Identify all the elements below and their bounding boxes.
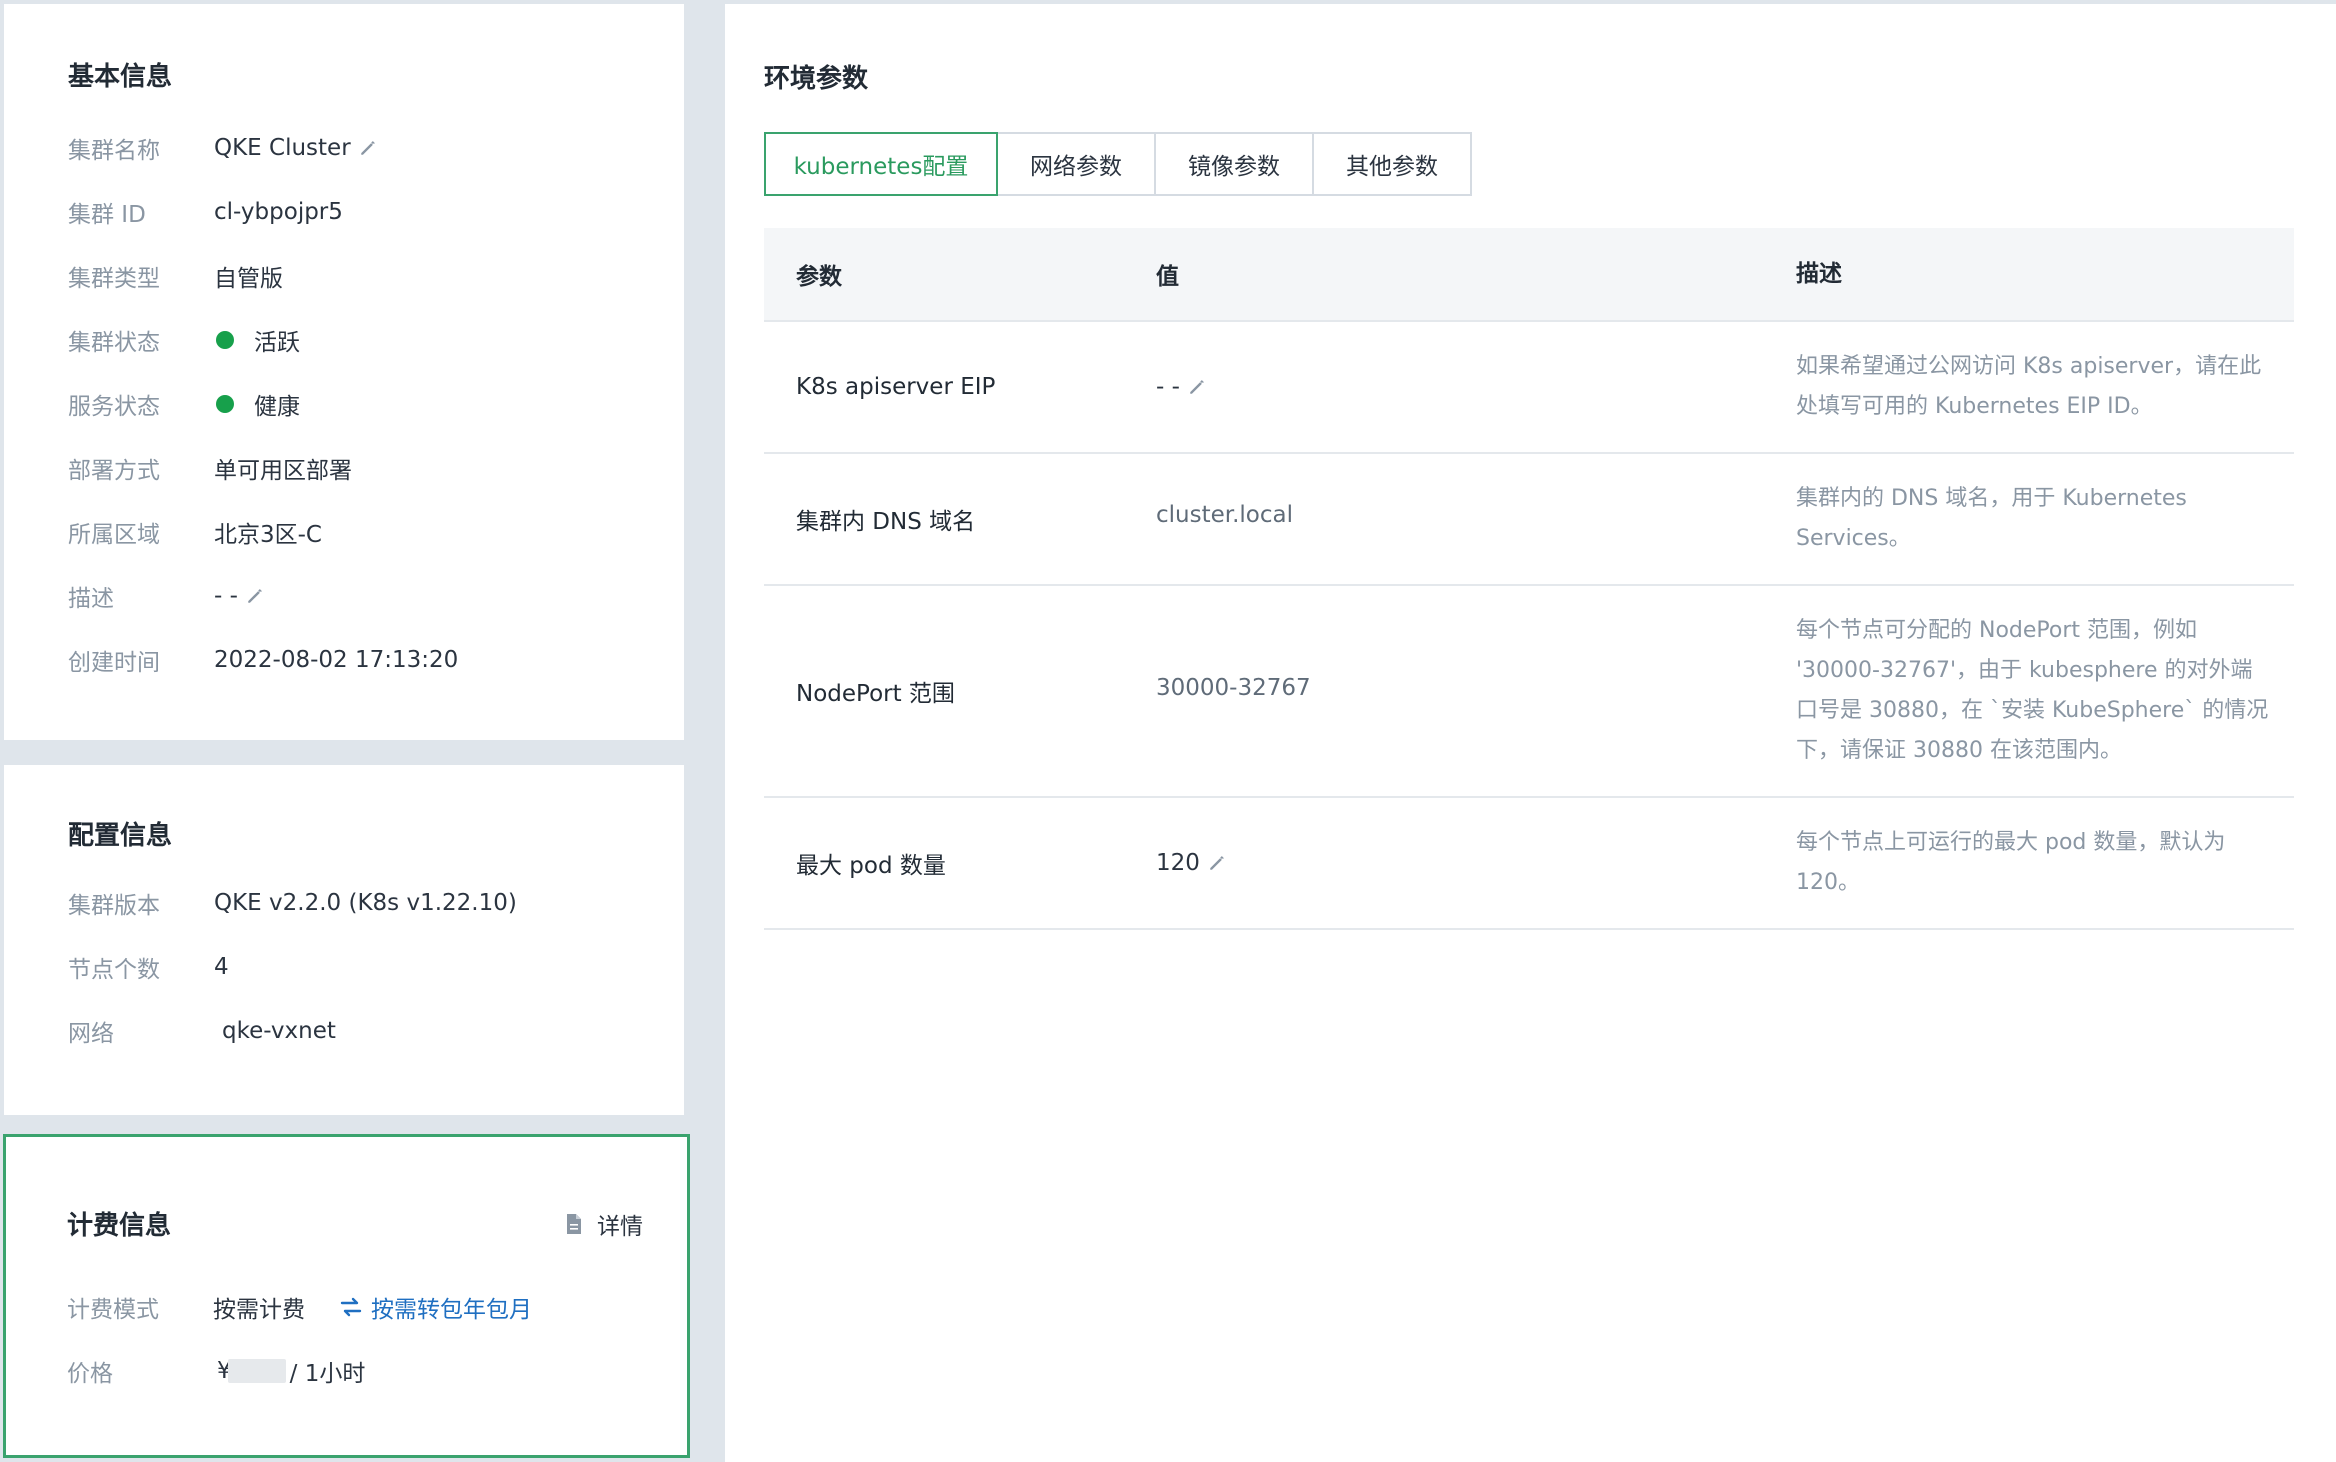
edit-description-icon[interactable] bbox=[244, 585, 266, 607]
info-label: 计费模式 bbox=[67, 1297, 159, 1323]
table-row: 最大 pod 数量 120 每个节点上可运行的最大 pod 数量，默认为 120… bbox=[764, 798, 2294, 930]
cluster-version-value: QKE v2.2.0 (K8s v1.22.10) bbox=[214, 890, 517, 916]
info-row-price: 价格 ¥/ 1小时 bbox=[67, 1351, 365, 1391]
column-header-desc: 描述 bbox=[1796, 261, 1842, 287]
switch-label: 按需转包年包月 bbox=[371, 1297, 532, 1323]
edit-cluster-name-icon[interactable] bbox=[357, 137, 379, 159]
info-label: 集群 ID bbox=[68, 202, 146, 228]
basic-info-card: 基本信息 集群名称 QKE Cluster 集群 ID cl-ybpojpr5 … bbox=[4, 4, 684, 740]
info-label: 集群状态 bbox=[68, 330, 160, 356]
env-params-title: 环境参数 bbox=[764, 64, 869, 94]
env-params-card: 环境参数 kubernetes配置 网络参数 镜像参数 其他参数 参数 值 描述… bbox=[725, 4, 2336, 1462]
detail-label: 详情 bbox=[597, 1214, 643, 1240]
info-label: 节点个数 bbox=[68, 957, 160, 983]
info-label: 服务状态 bbox=[68, 394, 160, 420]
info-row-cluster-type: 集群类型 自管版 bbox=[68, 256, 283, 296]
info-row-region: 所属区域 北京3区-C bbox=[68, 512, 322, 552]
params-table: 参数 值 描述 K8s apiserver EIP - - 如果希望通过公网访问… bbox=[764, 228, 2294, 930]
config-info-title: 配置信息 bbox=[68, 821, 173, 851]
basic-info-title: 基本信息 bbox=[68, 62, 173, 92]
edit-max-pods-icon[interactable] bbox=[1206, 852, 1228, 874]
network-link[interactable]: qke-vxnet bbox=[222, 1018, 336, 1044]
tab-other[interactable]: 其他参数 bbox=[1312, 132, 1472, 196]
region-value: 北京3区-C bbox=[214, 522, 322, 548]
service-status-value: 健康 bbox=[254, 394, 300, 420]
cluster-status-value: 活跃 bbox=[254, 330, 300, 356]
table-row: NodePort 范围 30000-32767 每个节点可分配的 NodePor… bbox=[764, 586, 2294, 798]
info-label: 集群版本 bbox=[68, 893, 160, 919]
column-header-param: 参数 bbox=[796, 264, 842, 290]
document-icon bbox=[567, 1214, 581, 1234]
info-row-cluster-name: 集群名称 QKE Cluster bbox=[68, 128, 379, 168]
column-header-value: 值 bbox=[1156, 264, 1179, 290]
info-row-description: 描述 - - bbox=[68, 576, 266, 616]
param-value: - - bbox=[1156, 374, 1180, 400]
param-value: 120 bbox=[1156, 850, 1200, 876]
param-name: 集群内 DNS 域名 bbox=[796, 509, 976, 535]
config-info-card: 配置信息 集群版本 QKE v2.2.0 (K8s v1.22.10) 节点个数… bbox=[4, 765, 684, 1115]
param-desc: 如果希望通过公网访问 K8s apiserver，请在此处填写可用的 Kuber… bbox=[1796, 354, 2262, 419]
info-label: 部署方式 bbox=[68, 458, 160, 484]
billing-info-card: 计费信息 详情 计费模式 按需计费 按需转包年包月 价格 ¥/ 1小时 bbox=[3, 1134, 690, 1458]
created-time-value: 2022-08-02 17:13:20 bbox=[214, 647, 459, 673]
info-label: 价格 bbox=[67, 1361, 113, 1387]
param-value: cluster.local bbox=[1156, 502, 1294, 528]
info-label: 网络 bbox=[68, 1021, 114, 1047]
info-row-created-time: 创建时间 2022-08-02 17:13:20 bbox=[68, 640, 458, 680]
table-row: K8s apiserver EIP - - 如果希望通过公网访问 K8s api… bbox=[764, 322, 2294, 454]
param-name: K8s apiserver EIP bbox=[796, 374, 996, 400]
info-row-deploy-mode: 部署方式 单可用区部署 bbox=[68, 448, 352, 488]
env-tabs: kubernetes配置 网络参数 镜像参数 其他参数 bbox=[764, 132, 1472, 196]
tab-image[interactable]: 镜像参数 bbox=[1154, 132, 1314, 196]
billing-info-title: 计费信息 bbox=[67, 1211, 172, 1241]
cluster-type-value: 自管版 bbox=[214, 266, 283, 292]
table-header: 参数 值 描述 bbox=[764, 228, 2294, 322]
info-label: 描述 bbox=[68, 586, 114, 612]
param-value: 30000-32767 bbox=[1156, 675, 1311, 701]
cluster-id-value: cl-ybpojpr5 bbox=[214, 199, 343, 225]
param-desc: 每个节点上可运行的最大 pod 数量，默认为 120。 bbox=[1796, 830, 2226, 895]
node-count-value: 4 bbox=[214, 954, 229, 980]
info-label: 集群类型 bbox=[68, 266, 160, 292]
info-row-cluster-status: 集群状态 活跃 bbox=[68, 320, 300, 360]
billing-detail-button[interactable]: 详情 bbox=[565, 1207, 643, 1241]
info-row-cluster-version: 集群版本 QKE v2.2.0 (K8s v1.22.10) bbox=[68, 883, 517, 923]
info-label: 所属区域 bbox=[68, 522, 160, 548]
param-name: NodePort 范围 bbox=[796, 681, 955, 707]
tab-network[interactable]: 网络参数 bbox=[996, 132, 1156, 196]
info-label: 创建时间 bbox=[68, 650, 160, 676]
status-dot bbox=[216, 395, 234, 413]
deploy-mode-value: 单可用区部署 bbox=[214, 458, 352, 484]
billing-mode-value: 按需计费 bbox=[213, 1297, 305, 1323]
param-desc: 集群内的 DNS 域名，用于 Kubernetes Services。 bbox=[1796, 486, 2187, 551]
info-row-billing-mode: 计费模式 按需计费 按需转包年包月 bbox=[67, 1287, 532, 1327]
info-row-cluster-id: 集群 ID cl-ybpojpr5 bbox=[68, 192, 343, 232]
switch-to-subscription-link[interactable]: 按需转包年包月 bbox=[339, 1290, 532, 1324]
param-desc: 每个节点可分配的 NodePort 范围，例如 '30000-32767'，由于… bbox=[1796, 618, 2269, 763]
cluster-name-value: QKE Cluster bbox=[214, 135, 351, 161]
swap-arrows-icon bbox=[340, 1297, 362, 1317]
info-row-node-count: 节点个数 4 bbox=[68, 947, 229, 987]
table-row: 集群内 DNS 域名 cluster.local 集群内的 DNS 域名，用于 … bbox=[764, 454, 2294, 586]
info-row-service-status: 服务状态 健康 bbox=[68, 384, 300, 424]
tab-kubernetes[interactable]: kubernetes配置 bbox=[764, 132, 998, 196]
price-redacted bbox=[227, 1359, 286, 1383]
param-name: 最大 pod 数量 bbox=[796, 853, 946, 879]
info-row-network: 网络 qke-vxnet bbox=[68, 1011, 336, 1051]
status-dot bbox=[216, 331, 234, 349]
description-value: - - bbox=[214, 583, 238, 609]
price-unit: / 1小时 bbox=[289, 1361, 366, 1387]
edit-eip-icon[interactable] bbox=[1186, 376, 1208, 398]
info-label: 集群名称 bbox=[68, 138, 160, 164]
